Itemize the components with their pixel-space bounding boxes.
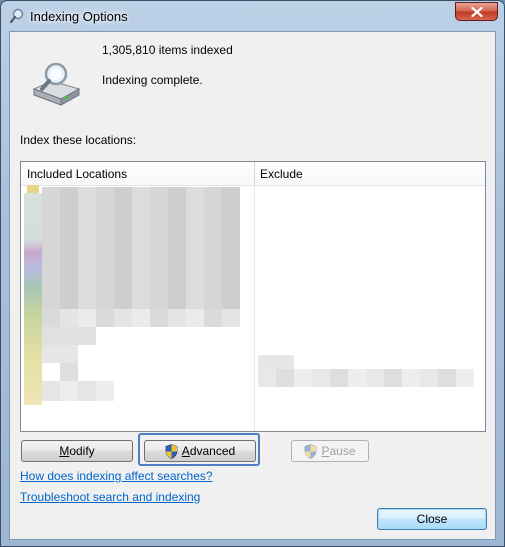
close-button[interactable]: Close bbox=[377, 508, 487, 530]
modify-label-mnemonic: M bbox=[59, 444, 70, 458]
pause-button[interactable]: Pause bbox=[291, 440, 369, 462]
redacted-block bbox=[42, 309, 240, 327]
close-icon bbox=[470, 6, 483, 17]
advanced-label-mnemonic: A bbox=[181, 444, 190, 458]
indexed-drive-icon bbox=[32, 62, 81, 106]
items-indexed-count: 1,305,810 items indexed bbox=[102, 43, 233, 57]
column-divider[interactable] bbox=[254, 162, 255, 185]
redacted-block bbox=[42, 327, 96, 345]
locations-table-header: Included Locations Exclude bbox=[21, 162, 485, 186]
redacted-block bbox=[42, 345, 78, 363]
uac-shield-icon bbox=[165, 443, 178, 459]
redacted-exclude-block bbox=[258, 355, 294, 369]
troubleshoot-search-link[interactable]: Troubleshoot search and indexing bbox=[20, 490, 200, 504]
advanced-label-suffix: dvanced bbox=[189, 444, 236, 458]
index-locations-label: Index these locations: bbox=[20, 133, 137, 147]
advanced-button[interactable]: Advanced bbox=[144, 440, 256, 462]
pause-label: Pause bbox=[321, 444, 355, 458]
locations-table[interactable]: Included Locations Exclude bbox=[20, 161, 486, 432]
redacted-row-colors bbox=[24, 193, 42, 405]
indexing-status: Indexing complete. bbox=[102, 73, 203, 87]
window-close-button[interactable] bbox=[455, 2, 498, 21]
column-header-included-locations[interactable]: Included Locations bbox=[27, 167, 127, 181]
redacted-block bbox=[42, 187, 240, 309]
title-bar[interactable]: Indexing Options bbox=[1, 1, 504, 31]
indexing-options-icon bbox=[9, 8, 24, 24]
redacted-block bbox=[42, 381, 114, 401]
modify-label-suffix: odify bbox=[69, 444, 95, 458]
advanced-label: Advanced bbox=[182, 444, 235, 458]
dialog-body: 1,305,810 items indexed Indexing complet… bbox=[9, 31, 496, 540]
column-header-exclude[interactable]: Exclude bbox=[260, 167, 303, 181]
redacted-exclude-block bbox=[258, 369, 474, 387]
modify-label: Modify bbox=[59, 444, 94, 458]
indexing-options-window: Indexing Options 1,305,810 items indexed… bbox=[0, 0, 505, 547]
pause-label-suffix: ause bbox=[329, 444, 356, 458]
redacted-locations-list[interactable] bbox=[21, 185, 485, 431]
window-title: Indexing Options bbox=[30, 9, 128, 24]
uac-shield-icon bbox=[305, 443, 317, 459]
modify-button[interactable]: Modify bbox=[21, 440, 133, 462]
how-indexing-affects-searches-link[interactable]: How does indexing affect searches? bbox=[20, 469, 213, 483]
redacted-block bbox=[60, 363, 78, 381]
